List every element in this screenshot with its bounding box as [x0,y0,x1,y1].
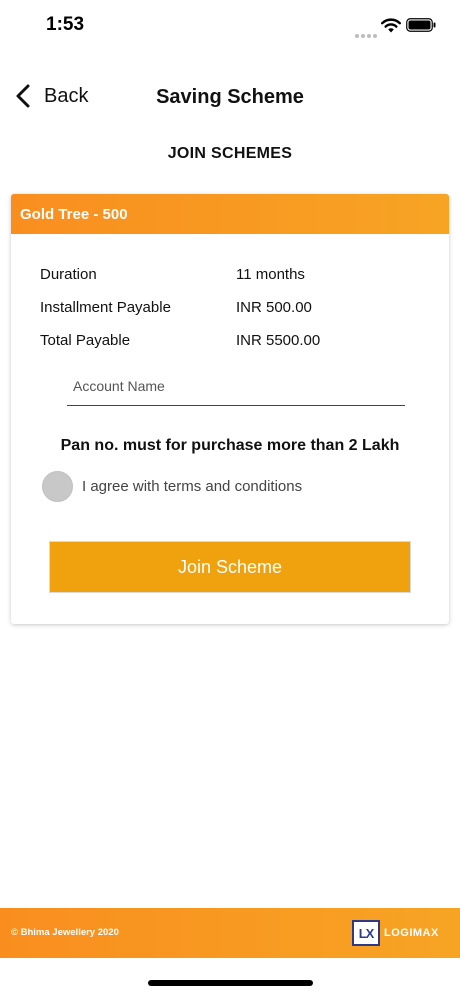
signal-dots-icon [355,25,379,43]
status-bar: 1:53 [0,0,460,52]
pan-note: Pan no. must for purchase more than 2 La… [60,437,400,454]
detail-value: INR 500.00 [236,299,312,316]
footer: © Bhima Jewellery 2020 LX LOGIMAX [0,908,460,958]
account-name-field [67,364,405,406]
agree-label: I agree with terms and conditions [82,477,303,495]
detail-label: Duration [40,266,97,283]
detail-value: 11 months [236,266,305,283]
wifi-icon [381,18,401,33]
battery-icon [406,18,436,32]
detail-value: INR 5500.00 [236,332,321,349]
status-time: 1:53 [46,14,85,35]
terms-agreement: I agree with terms and conditions [42,470,302,502]
account-name-input[interactable] [67,364,405,405]
join-scheme-button[interactable]: Join Scheme [49,541,411,593]
logimax-logo: LX LOGIMAX [352,920,439,946]
navigation-bar: Back Saving Scheme [0,70,460,122]
logo-mark-text: LX [358,925,375,941]
scheme-card-header: Gold Tree - 500 [11,194,449,234]
logimax-mark-icon: LX [352,920,380,946]
scheme-name: Gold Tree - 500 [20,205,128,223]
section-title: JOIN SCHEMES [167,145,293,162]
scheme-card: Gold Tree - 500 Duration 11 months Insta… [11,194,449,624]
detail-label: Total Payable [40,332,131,349]
home-indicator [148,980,313,986]
page-title: Saving Scheme [156,86,304,108]
detail-label: Installment Payable [40,299,171,316]
agree-radio[interactable] [42,470,73,502]
logo-text: LOGIMAX [384,927,439,939]
copyright-text: © Bhima Jewellery 2020 [11,927,119,938]
